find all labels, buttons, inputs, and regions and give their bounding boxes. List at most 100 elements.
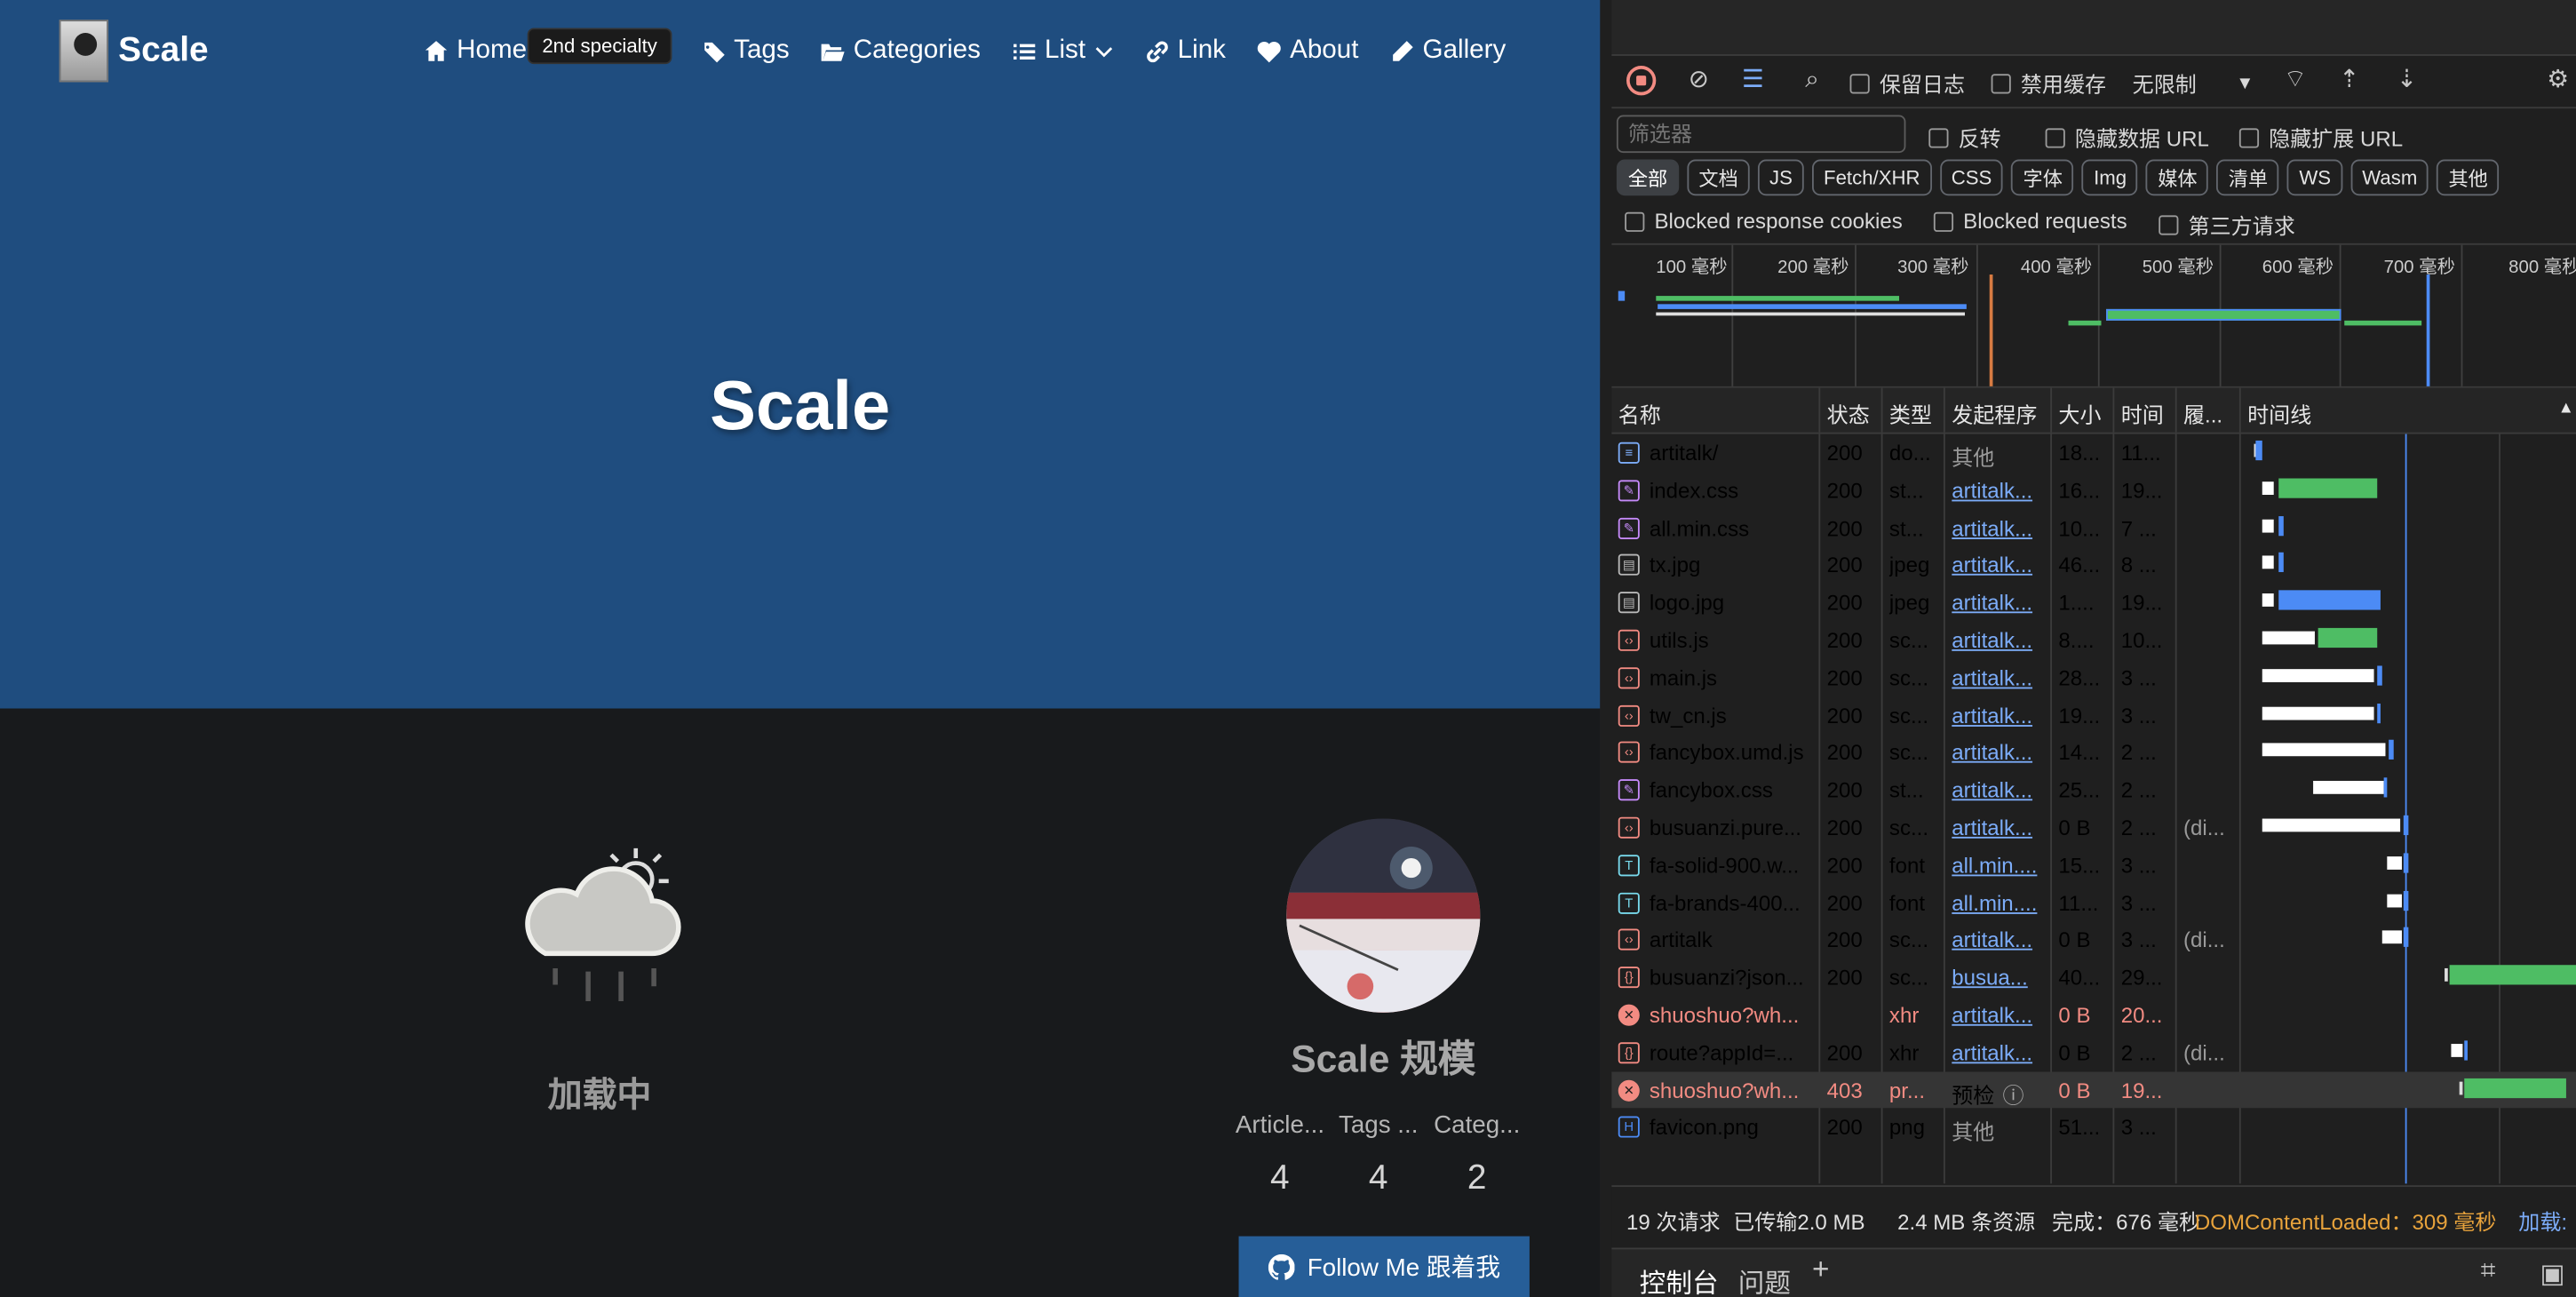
drawer-close-icon[interactable]: ▣ [2540, 1258, 2564, 1291]
request-row[interactable]: fancybox.css 200 st... artitalk... 25...… [1611, 771, 2576, 808]
timeline-overview[interactable]: 100 毫秒 200 毫秒 300 毫秒 400 毫秒 500 毫秒 600 毫… [1611, 243, 2576, 388]
stat-articles[interactable]: Article... 4 [1236, 1111, 1324, 1198]
network-settings-icon[interactable]: ⚙ [2543, 66, 2572, 95]
filter-funnel-icon[interactable]: ☰ [1738, 66, 1768, 95]
request-row[interactable]: logo.jpg 200 jpeg artitalk... 1.... 19..… [1611, 584, 2576, 621]
request-initiator[interactable]: artitalk... [1952, 665, 2044, 690]
nav-categories[interactable]: Categories [821, 36, 981, 66]
preserve-log-checkbox[interactable] [1849, 73, 1870, 93]
site-brand[interactable]: Scale [59, 20, 209, 83]
network-conditions-icon[interactable]: ⌔ [2280, 66, 2310, 95]
request-status: 200 [1826, 440, 1863, 465]
request-initiator[interactable]: all.min.... [1952, 853, 2044, 878]
resource-type-filter: 全部 文档 JS Fetch/XHR CSS 字体 Img 媒体 清单 WS W… [1616, 159, 2500, 196]
request-initiator[interactable]: artitalk... [1952, 478, 2044, 503]
search-icon[interactable]: ⌕ [1797, 66, 1826, 95]
third-party-toggle[interactable]: 第三方请求 [2159, 209, 2295, 240]
nav-gallery-label: Gallery [1422, 36, 1507, 65]
request-initiator[interactable]: artitalk... [1952, 591, 2044, 616]
request-initiator[interactable]: artitalk... [1952, 1003, 2044, 1028]
type-filter-font[interactable]: 字体 [2011, 159, 2074, 196]
request-initiator[interactable]: artitalk... [1952, 740, 2044, 765]
request-row[interactable]: index.css 200 st... artitalk... 16... 19… [1611, 472, 2576, 509]
request-initiator[interactable]: artitalk... [1952, 1040, 2044, 1065]
nav-about[interactable]: About [1257, 36, 1358, 66]
hide-data-urls-checkbox[interactable] [2045, 127, 2065, 147]
request-initiator[interactable]: artitalk... [1952, 778, 2044, 803]
import-har-icon[interactable]: ⇡ [2334, 66, 2364, 95]
request-row[interactable]: shuoshuo?wh... 403 pr... 预检 0 B 19... ⓘ [1611, 1070, 2576, 1109]
type-filter-wasm[interactable]: Wasm [2350, 159, 2429, 196]
request-size: 46... [2058, 553, 2101, 578]
invert-toggle[interactable]: 反转 [1928, 122, 2001, 153]
request-row[interactable]: utils.js 200 sc... artitalk... 8.... 10.… [1611, 621, 2576, 658]
info-icon[interactable]: ⓘ [2003, 1078, 2024, 1109]
request-fulfilled-by: (di... [2182, 927, 2225, 953]
request-name: shuoshuo?wh... [1649, 1002, 1800, 1028]
blocked-cookies-checkbox[interactable] [1625, 211, 1645, 231]
request-initiator[interactable]: artitalk... [1952, 628, 2044, 653]
clear-log-icon[interactable]: ⊘ [1684, 66, 1713, 95]
filter-input[interactable] [1616, 115, 1906, 154]
request-row[interactable]: artitalk/ 200 do... 其他 18... 11... [1611, 434, 2576, 472]
request-row[interactable]: busuanzi?json... 200 sc... busua... 40..… [1611, 959, 2576, 996]
blocked-requests-checkbox[interactable] [1933, 211, 1954, 231]
type-filter-manifest[interactable]: 清单 [2216, 159, 2280, 196]
add-drawer-tab-icon[interactable]: + [1812, 1253, 1829, 1287]
nav-gallery[interactable]: Gallery [1390, 36, 1507, 66]
stat-tags[interactable]: Tags ... 4 [1334, 1111, 1423, 1198]
request-row[interactable]: tx.jpg 200 jpeg artitalk... 46... 8 ... [1611, 546, 2576, 584]
type-filter-img[interactable]: Img [2082, 159, 2139, 196]
hide-data-urls-toggle[interactable]: 隐藏数据 URL [2045, 122, 2209, 153]
type-filter-media[interactable]: 媒体 [2146, 159, 2209, 196]
stat-categories[interactable]: Categ... 2 [1433, 1111, 1522, 1198]
nav-list[interactable]: List [1012, 36, 1113, 66]
hide-extension-urls-toggle[interactable]: 隐藏扩展 URL [2238, 122, 2403, 153]
type-filter-other[interactable]: 其他 [2437, 159, 2500, 196]
request-row[interactable]: main.js 200 sc... artitalk... 28... 3 ..… [1611, 659, 2576, 696]
request-row[interactable]: fa-solid-900.w... 200 font all.min.... 1… [1611, 847, 2576, 884]
type-filter-js[interactable]: JS [1758, 159, 1804, 196]
request-initiator[interactable]: artitalk... [1952, 703, 2044, 728]
dock-icon[interactable]: ⌗ [2481, 1258, 2496, 1287]
request-initiator[interactable]: artitalk... [1952, 515, 2044, 540]
hide-extension-urls-checkbox[interactable] [2238, 127, 2260, 147]
request-initiator[interactable]: all.min.... [1952, 890, 2044, 915]
request-initiator[interactable]: busua... [1952, 966, 2044, 991]
preserve-log-toggle[interactable]: 保留日志 [1849, 68, 1965, 99]
third-party-checkbox[interactable] [2159, 214, 2179, 235]
request-initiator[interactable]: artitalk... [1952, 816, 2044, 840]
request-row[interactable]: favicon.png 200 png 其他 51... 3 ... [1611, 1109, 2576, 1146]
request-initiator[interactable]: artitalk... [1952, 553, 2044, 577]
timeline-tick: 600 毫秒 [2262, 258, 2334, 278]
type-filter-ws[interactable]: WS [2287, 159, 2343, 196]
request-row[interactable]: shuoshuo?wh... xhr artitalk... 0 B 20... [1611, 996, 2576, 1033]
request-row[interactable]: route?appId=... 200 xhr artitalk... 0 B … [1611, 1034, 2576, 1071]
disable-cache-checkbox[interactable] [1991, 73, 2011, 93]
request-row[interactable]: busuanzi.pure... 200 sc... artitalk... 0… [1611, 808, 2576, 846]
nav-home[interactable]: Home [424, 36, 527, 66]
type-filter-all[interactable]: 全部 [1616, 159, 1680, 196]
request-row[interactable]: artitalk 200 sc... artitalk... 0 B 3 ...… [1611, 921, 2576, 959]
drawer-tab-issues[interactable]: 问题 [1738, 1261, 1791, 1297]
nav-tags[interactable]: Tags [701, 36, 790, 66]
disable-cache-toggle[interactable]: 禁用缓存 [1991, 68, 2106, 99]
type-filter-css[interactable]: CSS [1939, 159, 2004, 196]
follow-me-button[interactable]: Follow Me 跟着我 [1238, 1236, 1530, 1297]
request-row[interactable]: fancybox.umd.js 200 sc... artitalk... 14… [1611, 734, 2576, 771]
export-har-icon[interactable]: ⇣ [2392, 66, 2421, 95]
blocked-requests-toggle[interactable]: Blocked requests [1933, 209, 2127, 234]
throttling-select[interactable]: 无限制 ▼ [2133, 68, 2254, 99]
nav-link[interactable]: Link [1145, 36, 1226, 66]
blocked-cookies-toggle[interactable]: Blocked response cookies [1625, 209, 1903, 234]
request-row[interactable]: all.min.css 200 st... artitalk... 10... … [1611, 509, 2576, 546]
invert-checkbox[interactable] [1928, 127, 1949, 147]
type-filter-fetch-xhr[interactable]: Fetch/XHR [1812, 159, 1932, 196]
img-request-icon: ▤ [1618, 554, 1640, 577]
request-row[interactable]: tw_cn.js 200 sc... artitalk... 19... 3 .… [1611, 696, 2576, 734]
type-filter-doc[interactable]: 文档 [1687, 159, 1750, 196]
request-row[interactable]: fa-brands-400... 200 font all.min.... 11… [1611, 884, 2576, 921]
record-stop-icon[interactable] [1626, 66, 1657, 96]
request-initiator[interactable]: artitalk... [1952, 927, 2044, 952]
drawer-tab-console[interactable]: 控制台 [1640, 1261, 1719, 1297]
